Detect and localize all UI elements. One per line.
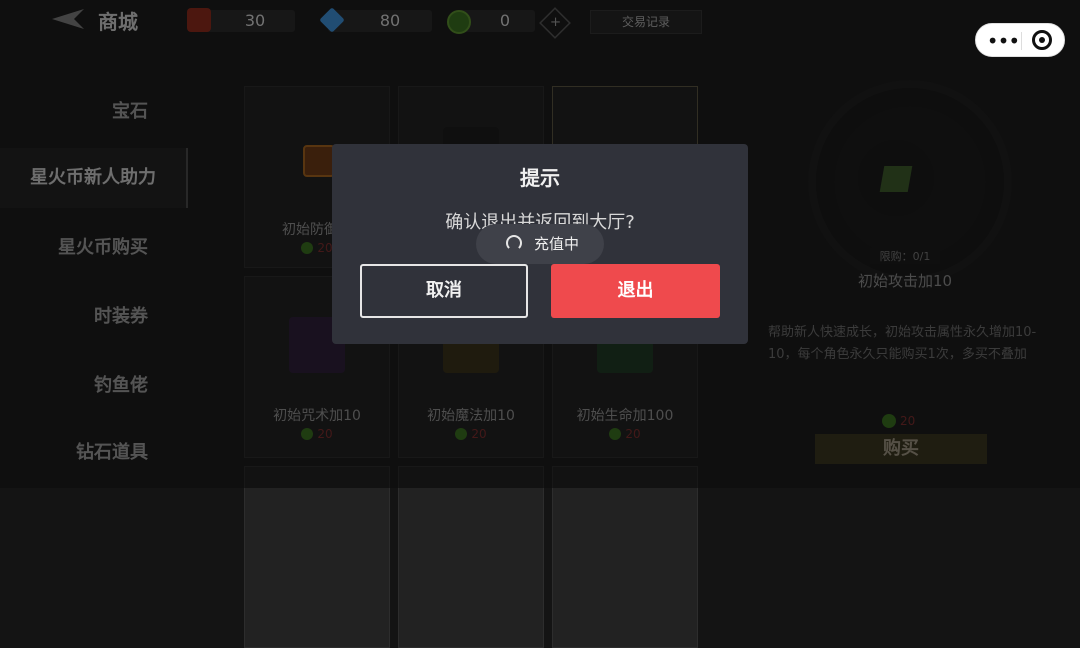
capsule-divider (1021, 32, 1022, 50)
dialog-title: 提示 (520, 166, 560, 190)
close-miniprogram-icon[interactable] (1032, 30, 1052, 50)
toast-text: 充值中 (534, 235, 580, 253)
item-card[interactable] (398, 466, 544, 648)
more-options-icon[interactable]: ••• (986, 31, 1020, 51)
loading-toast: 充值中 (476, 224, 604, 264)
loading-spinner-icon (506, 235, 522, 251)
miniprogram-capsule: ••• (975, 23, 1065, 57)
exit-button[interactable]: 退出 (551, 264, 720, 318)
item-card[interactable] (552, 466, 698, 648)
item-card[interactable] (244, 466, 390, 648)
cancel-button[interactable]: 取消 (360, 264, 528, 318)
